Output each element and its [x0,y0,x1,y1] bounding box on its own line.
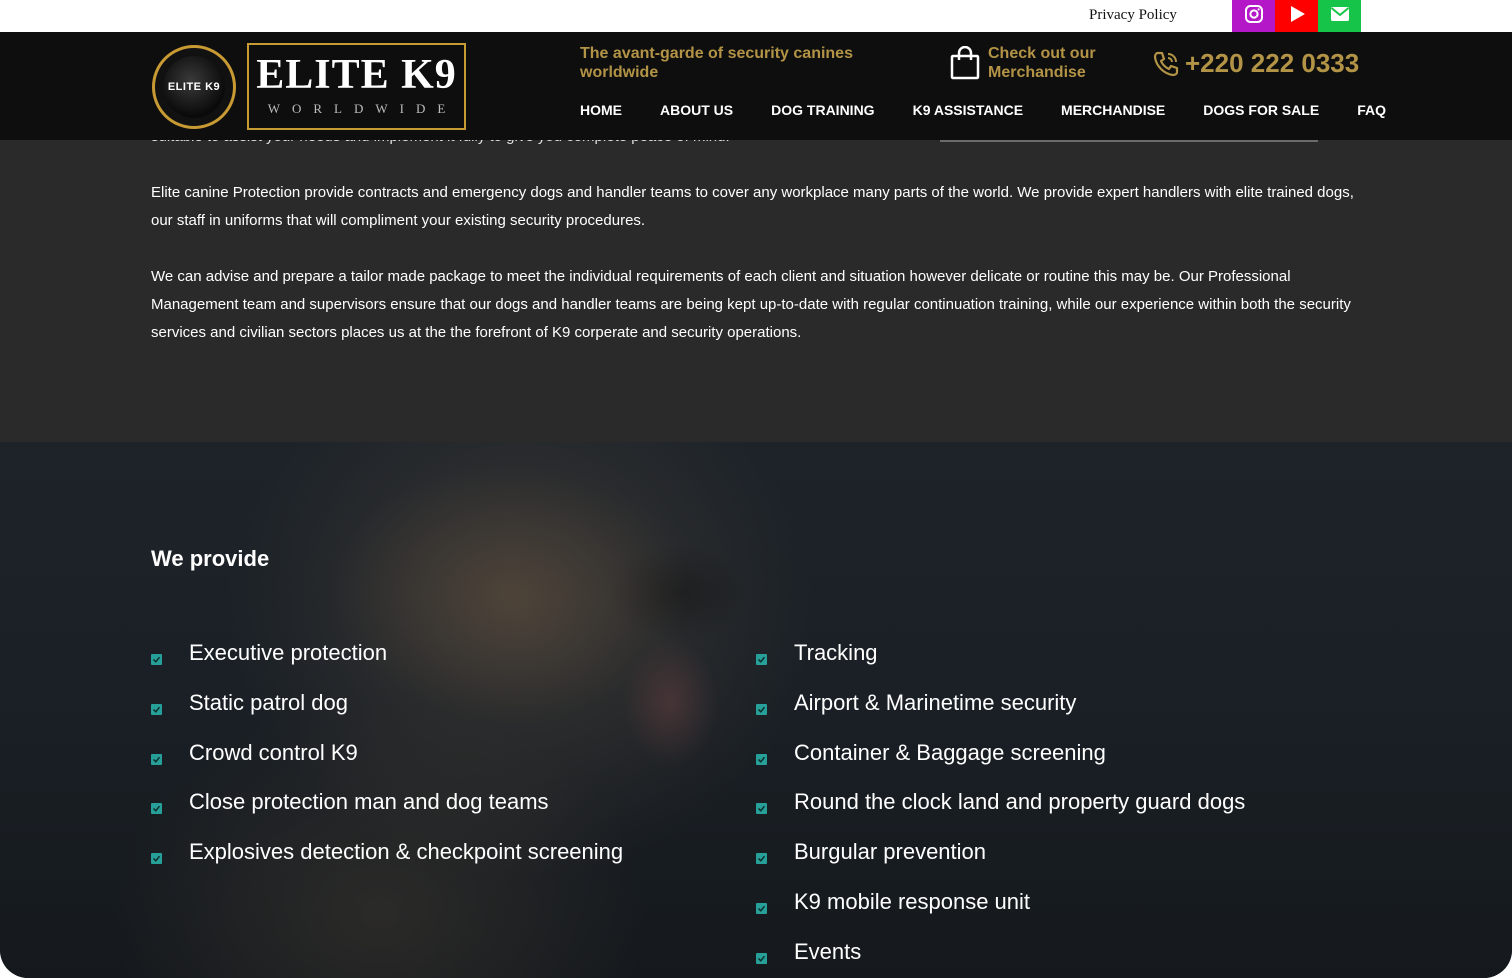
logo-badge[interactable]: ELITE K9 [152,45,236,129]
email-button[interactable] [1318,0,1361,32]
list-item-label: Burgular prevention [794,839,987,865]
checkbox-icon [151,803,162,815]
top-utility-bar: Privacy Policy [0,0,1512,32]
list-item: Executive protection [151,640,623,690]
we-provide-section: We provide Executive protection Static p… [0,442,1512,978]
logo-badge-text: ELITE K9 [163,56,225,118]
checkbox-icon [151,654,162,665]
list-item-label: Static patrol dog [189,689,348,715]
youtube-button[interactable] [1275,0,1318,32]
list-item: Close protection man and dog teams [151,789,623,839]
checkbox-icon [756,654,767,665]
phone-icon [1152,50,1180,83]
list-item-label: Close protection man and dog teams [189,789,549,815]
merchandise-label: Check out our Merchandise [988,45,1096,81]
list-item-label: Container & Baggage screening [794,739,1106,765]
logo-subtitle: WORLDWIDE [267,101,458,116]
main-navigation: HOME ABOUT US DOG TRAINING K9 ASSISTANCE… [580,102,1386,118]
list-item: Static patrol dog [151,690,623,740]
phone-link[interactable]: +220 222 0333 [1152,48,1362,80]
list-item: Round the clock land and property guard … [756,789,1245,839]
list-item: Explosives detection & checkpoint screen… [151,839,623,889]
mail-icon [1330,6,1350,27]
nav-dog-training[interactable]: DOG TRAINING [771,102,874,118]
list-item: Airport & Marinetime security [756,690,1245,740]
instagram-button[interactable] [1232,0,1275,32]
checkbox-icon [151,853,162,865]
tagline: The avant-garde of security canines worl… [580,45,853,81]
list-item-label: K9 mobile response unit [794,888,1031,914]
intro-paragraph-2: We can advise and prepare a tailor made … [151,268,1351,341]
nav-faq[interactable]: FAQ [1357,102,1386,118]
list-item: Crowd control K9 [151,740,623,790]
nav-dogs-for-sale[interactable]: DOGS FOR SALE [1203,102,1319,118]
logo-wordmark[interactable]: ELITE K9 WORLDWIDE [247,43,466,130]
list-item: Container & Baggage screening [756,740,1245,790]
list-item-label: Round the clock land and property guard … [794,789,1246,815]
checkbox-icon [756,902,767,914]
checkbox-icon [756,952,767,964]
list-item: Events [756,939,1245,978]
nav-about-us[interactable]: ABOUT US [660,102,733,118]
phone-number: +220 222 0333 [1185,48,1360,78]
checkbox-icon [756,853,767,865]
intro-paragraph-1: Elite canine Protection provide contract… [151,184,1354,229]
logo-title: ELITE K9 [256,52,457,98]
list-item: Burgular prevention [756,839,1245,889]
checkbox-icon [756,703,767,715]
shopping-bag-icon [950,45,980,85]
checkbox-icon [756,753,767,765]
page-frame: Privacy Policy suitable to assist your n… [0,0,1512,978]
site-header: ELITE K9 ELITE K9 WORLDWIDE The avant-ga… [0,32,1512,140]
list-item-label: Explosives detection & checkpoint screen… [189,839,624,865]
list-item: K9 mobile response unit [756,889,1245,939]
checkbox-icon [756,803,767,815]
youtube-icon [1287,4,1307,29]
list-item-label: Events [794,938,862,964]
nav-merchandise[interactable]: MERCHANDISE [1061,102,1165,118]
intro-section: suitable to assist your needs and implem… [0,120,1512,442]
nav-k9-assistance[interactable]: K9 ASSISTANCE [913,102,1023,118]
merchandise-link[interactable]: Check out our Merchandise [950,44,1130,84]
privacy-policy-link[interactable]: Privacy Policy [1089,7,1177,24]
checkbox-icon [151,703,162,715]
section-title: We provide [151,546,270,571]
checkbox-icon [151,753,162,765]
list-item-label: Tracking [794,640,878,665]
services-list-left: Executive protection Static patrol dog C… [151,640,623,889]
list-item-label: Airport & Marinetime security [794,689,1077,715]
list-item-label: Crowd control K9 [189,739,358,765]
nav-home[interactable]: HOME [580,102,622,118]
services-list-right: Tracking Airport & Marinetime security C… [756,640,1245,978]
list-item-label: Executive protection [189,640,388,665]
list-item: Tracking [756,640,1245,690]
instagram-icon [1244,4,1264,29]
